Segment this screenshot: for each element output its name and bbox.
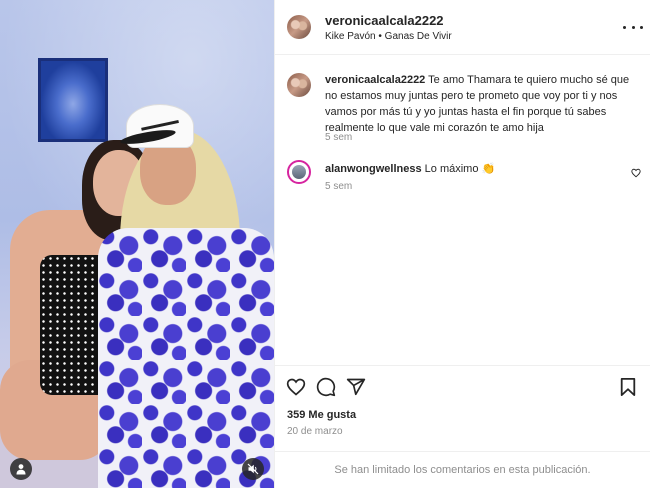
caption-text-block: veronicaalcala2222 Te amo Thamara te qui… — [325, 72, 635, 136]
post-details-panel: veronicaalcala2222 Kike Pavón • Ganas De… — [274, 0, 650, 488]
caption-avatar[interactable] — [287, 73, 311, 97]
heart-icon — [286, 377, 306, 397]
post-header: veronicaalcala2222 Kike Pavón • Ganas De… — [275, 0, 650, 55]
audio-info[interactable]: Kike Pavón • Ganas De Vivir — [325, 31, 452, 42]
like-button[interactable] — [285, 376, 307, 398]
comment-text-block: alanwongwellness Lo máximo 👏 — [325, 161, 635, 177]
owner-avatar[interactable] — [287, 15, 311, 39]
post-date[interactable]: 20 de marzo — [287, 426, 343, 437]
post-media[interactable] — [0, 0, 274, 488]
comment-text: Lo máximo 👏 — [424, 163, 496, 175]
owner-username[interactable]: veronicaalcala2222 — [325, 13, 444, 28]
more-options-icon[interactable] — [623, 18, 643, 36]
likes-count[interactable]: 359 Me gusta — [287, 409, 356, 421]
tagged-users-button[interactable] — [10, 458, 32, 480]
bookmark-icon — [619, 377, 637, 397]
person-icon — [15, 463, 27, 475]
comment-button[interactable] — [315, 376, 337, 398]
comments-section: veronicaalcala2222 Te amo Thamara te qui… — [275, 55, 650, 365]
audio-separator: • — [378, 31, 382, 42]
caption-username[interactable]: veronicaalcala2222 — [325, 74, 425, 86]
comment-icon — [316, 377, 336, 397]
comments-limited-notice: Se han limitado los comentarios en esta … — [275, 451, 650, 490]
floral-dress — [98, 228, 274, 488]
commenter-avatar[interactable] — [287, 160, 311, 184]
post-actions: 359 Me gusta 20 de marzo Se han limitado… — [275, 365, 650, 489]
comment-like-heart-icon[interactable] — [631, 168, 641, 178]
mute-toggle-button[interactable] — [242, 458, 264, 480]
caption-time[interactable]: 5 sem — [325, 132, 352, 143]
comment-time[interactable]: 5 sem — [325, 181, 352, 192]
save-button[interactable] — [617, 376, 639, 398]
muted-speaker-icon — [247, 463, 259, 475]
post-modal: veronicaalcala2222 Kike Pavón • Ganas De… — [0, 0, 650, 488]
wall-painting — [38, 58, 108, 142]
audio-artist[interactable]: Kike Pavón — [325, 31, 376, 42]
commenter-username[interactable]: alanwongwellness — [325, 163, 422, 175]
share-button[interactable] — [345, 376, 367, 398]
share-icon — [346, 377, 366, 397]
audio-title[interactable]: Ganas De Vivir — [385, 31, 452, 42]
